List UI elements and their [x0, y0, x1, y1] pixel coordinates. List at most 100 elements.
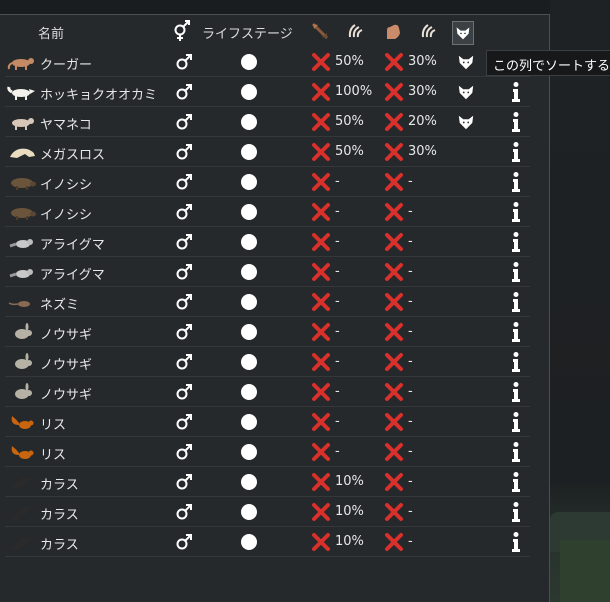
- cross-icon[interactable]: [384, 532, 404, 552]
- cross-icon[interactable]: [311, 472, 331, 492]
- info-icon[interactable]: [509, 381, 523, 403]
- animal-name[interactable]: クーガー: [40, 54, 92, 73]
- animal-name[interactable]: リス: [40, 444, 66, 463]
- info-icon[interactable]: [509, 171, 523, 193]
- male-icon: [175, 262, 193, 282]
- cross-icon[interactable]: [311, 202, 331, 222]
- hunt-value: -: [335, 174, 340, 189]
- info-icon[interactable]: [509, 291, 523, 313]
- cross-icon[interactable]: [384, 382, 404, 402]
- animal-name[interactable]: メガスロス: [40, 144, 105, 163]
- animal-name[interactable]: カラス: [40, 534, 79, 553]
- animal-name[interactable]: ノウサギ: [40, 384, 92, 403]
- cross-icon[interactable]: [384, 262, 404, 282]
- cross-icon[interactable]: [384, 142, 404, 162]
- life-stage-dot: [241, 144, 257, 160]
- animal-name[interactable]: アライグマ: [40, 234, 105, 253]
- table-row[interactable]: アライグマ - -: [5, 257, 530, 287]
- cross-icon[interactable]: [384, 322, 404, 342]
- table-row[interactable]: カラス 10% -: [5, 467, 530, 497]
- cross-icon[interactable]: [384, 202, 404, 222]
- info-icon[interactable]: [509, 501, 523, 523]
- life-stage-dot: [241, 234, 257, 250]
- cross-icon[interactable]: [384, 52, 404, 72]
- animal-name[interactable]: ネズミ: [40, 294, 79, 313]
- cross-icon[interactable]: [311, 262, 331, 282]
- cross-icon[interactable]: [384, 292, 404, 312]
- table-row[interactable]: アライグマ - -: [5, 227, 530, 257]
- cross-icon[interactable]: [311, 52, 331, 72]
- info-icon[interactable]: [509, 411, 523, 433]
- cross-icon[interactable]: [311, 412, 331, 432]
- cross-icon[interactable]: [384, 442, 404, 462]
- hunt-column-icon[interactable]: [310, 21, 330, 41]
- info-icon[interactable]: [509, 321, 523, 343]
- cross-icon[interactable]: [311, 382, 331, 402]
- cross-icon[interactable]: [311, 292, 331, 312]
- cross-icon[interactable]: [384, 412, 404, 432]
- animal-name[interactable]: ヤマネコ: [40, 114, 92, 133]
- animal-name[interactable]: ノウサギ: [40, 354, 92, 373]
- info-icon[interactable]: [509, 81, 523, 103]
- hunt-value: -: [335, 324, 340, 339]
- info-icon[interactable]: [509, 231, 523, 253]
- gender-column-icon[interactable]: [170, 19, 194, 43]
- table-row[interactable]: イノシシ - -: [5, 197, 530, 227]
- info-icon[interactable]: [509, 201, 523, 223]
- cross-icon[interactable]: [384, 82, 404, 102]
- cross-icon[interactable]: [311, 532, 331, 552]
- table-row[interactable]: イノシシ - -: [5, 167, 530, 197]
- hand-column-icon[interactable]: [383, 21, 403, 41]
- info-icon[interactable]: [509, 441, 523, 463]
- table-row[interactable]: メガスロス 50% 30%: [5, 137, 530, 167]
- animal-name[interactable]: カラス: [40, 474, 79, 493]
- cross-icon[interactable]: [311, 172, 331, 192]
- table-row[interactable]: クーガー 50% 30%: [5, 47, 530, 77]
- table-row[interactable]: ネズミ - -: [5, 287, 530, 317]
- animal-name[interactable]: カラス: [40, 504, 79, 523]
- raccoon-icon: [7, 233, 37, 251]
- squirrel-icon: [7, 413, 37, 431]
- animal-name[interactable]: ノウサギ: [40, 324, 92, 343]
- cross-icon[interactable]: [311, 142, 331, 162]
- cross-icon[interactable]: [384, 472, 404, 492]
- info-icon[interactable]: [509, 471, 523, 493]
- cross-icon[interactable]: [384, 352, 404, 372]
- column-header-name[interactable]: 名前: [38, 23, 64, 42]
- animal-name[interactable]: イノシシ: [40, 204, 92, 223]
- animal-name[interactable]: リス: [40, 414, 66, 433]
- cross-icon[interactable]: [311, 232, 331, 252]
- column-header-life-stage[interactable]: ライフステージ: [202, 23, 293, 42]
- table-row[interactable]: ホッキョクオオカミ 100% 30%: [5, 77, 530, 107]
- cross-icon[interactable]: [384, 232, 404, 252]
- cross-icon[interactable]: [384, 502, 404, 522]
- cross-icon[interactable]: [311, 322, 331, 342]
- cross-icon[interactable]: [311, 112, 331, 132]
- info-icon[interactable]: [509, 141, 523, 163]
- predator-sort-button[interactable]: [452, 21, 474, 45]
- cross-icon[interactable]: [311, 352, 331, 372]
- cross-icon[interactable]: [311, 442, 331, 462]
- table-row[interactable]: リス - -: [5, 407, 530, 437]
- table-row[interactable]: カラス 10% -: [5, 527, 530, 557]
- table-row[interactable]: ヤマネコ 50% 20%: [5, 107, 530, 137]
- animal-name[interactable]: イノシシ: [40, 174, 92, 193]
- cross-icon[interactable]: [384, 112, 404, 132]
- cross-icon[interactable]: [311, 82, 331, 102]
- claw-column-icon[interactable]: [345, 21, 365, 41]
- claw-column-icon-2[interactable]: [418, 21, 438, 41]
- table-row[interactable]: リス - -: [5, 437, 530, 467]
- cross-icon[interactable]: [311, 502, 331, 522]
- info-icon[interactable]: [509, 111, 523, 133]
- table-row[interactable]: ノウサギ - -: [5, 347, 530, 377]
- info-icon[interactable]: [509, 531, 523, 553]
- hunt-value: -: [335, 384, 340, 399]
- info-icon[interactable]: [509, 351, 523, 373]
- animal-name[interactable]: ホッキョクオオカミ: [40, 84, 157, 103]
- animal-name[interactable]: アライグマ: [40, 264, 105, 283]
- table-row[interactable]: ノウサギ - -: [5, 317, 530, 347]
- table-row[interactable]: カラス 10% -: [5, 497, 530, 527]
- table-row[interactable]: ノウサギ - -: [5, 377, 530, 407]
- info-icon[interactable]: [509, 261, 523, 283]
- cross-icon[interactable]: [384, 172, 404, 192]
